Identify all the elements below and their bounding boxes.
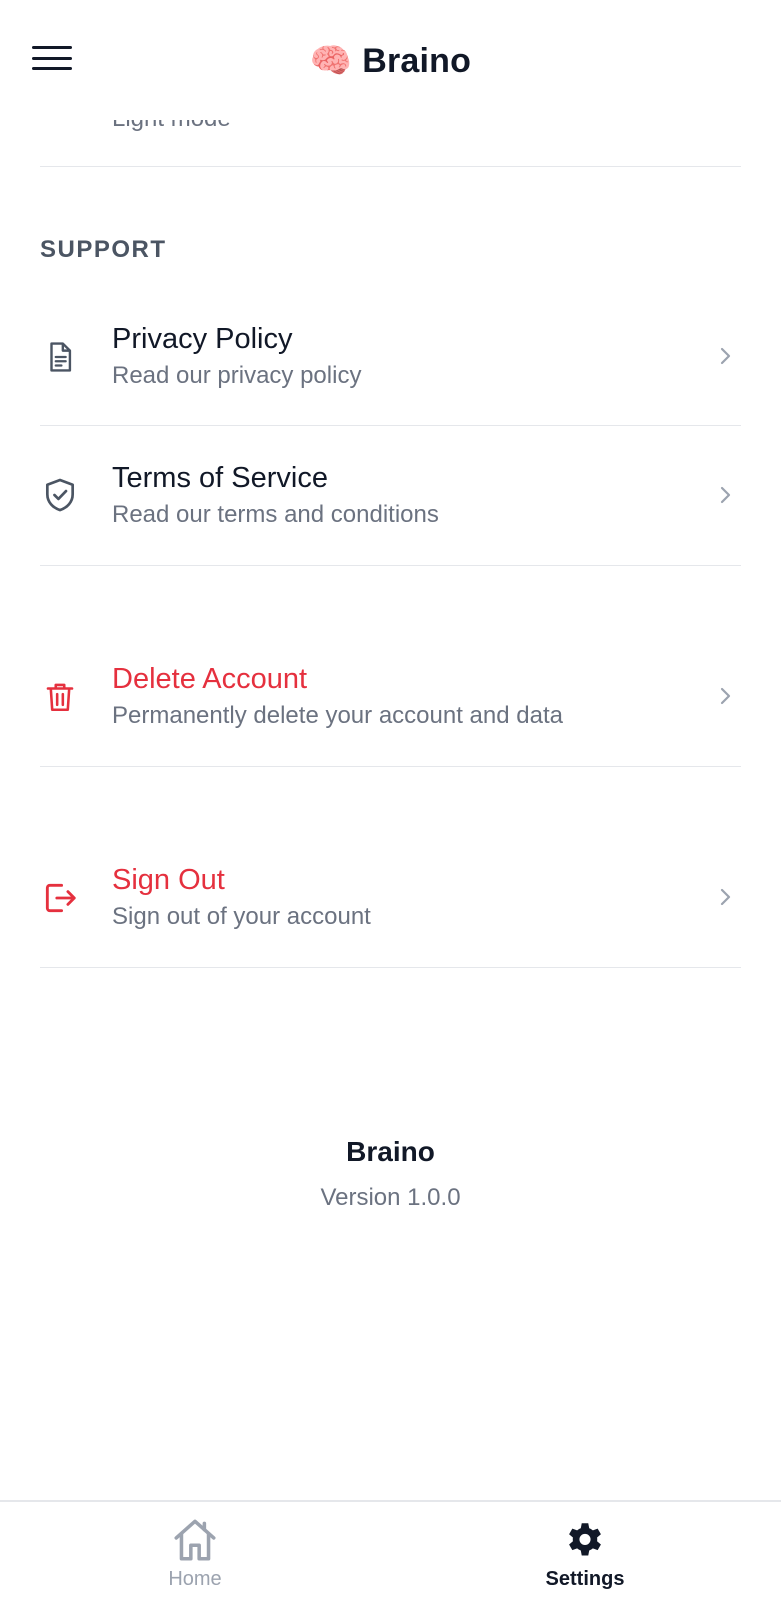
chevron-right-icon bbox=[720, 888, 731, 906]
settings-screen: Light mode SUPPORT Privacy Policy Read o… bbox=[0, 0, 781, 1600]
app-name: Braino bbox=[346, 1136, 435, 1167]
app-title: Braino bbox=[362, 41, 472, 80]
terms-of-service-row[interactable]: Terms of Service Read our terms and cond… bbox=[40, 426, 741, 566]
app-version: Version 1.0.0 bbox=[320, 1184, 461, 1211]
nav-settings[interactable]: Settings bbox=[485, 1516, 685, 1596]
sign-out-row[interactable]: Sign Out Sign out of your account bbox=[40, 828, 741, 968]
terms-of-service-subtitle: Read our terms and conditions bbox=[112, 501, 439, 528]
chevron-right-icon bbox=[720, 486, 731, 504]
nav-home[interactable]: Home bbox=[95, 1516, 295, 1596]
document-icon bbox=[40, 337, 80, 377]
gear-icon bbox=[569, 1523, 601, 1556]
shield-check-icon bbox=[40, 475, 80, 515]
sign-out-title: Sign Out bbox=[112, 864, 225, 896]
app-info: Braino Version 1.0.0 bbox=[0, 1136, 781, 1212]
bottom-navigation: Home Settings bbox=[0, 1500, 781, 1600]
support-section-label: SUPPORT bbox=[40, 236, 167, 263]
top-app-bar: 🧠 Braino bbox=[0, 0, 781, 120]
brain-icon: 🧠 bbox=[309, 42, 353, 80]
privacy-policy-subtitle: Read our privacy policy bbox=[112, 362, 362, 389]
delete-account-row[interactable]: Delete Account Permanently delete your a… bbox=[40, 627, 741, 767]
delete-account-title: Delete Account bbox=[112, 663, 308, 695]
brand: 🧠 Braino bbox=[0, 38, 781, 84]
chevron-right-icon bbox=[720, 687, 731, 705]
privacy-policy-title: Privacy Policy bbox=[112, 323, 293, 355]
nav-home-label: Home bbox=[168, 1568, 222, 1590]
privacy-policy-row[interactable]: Privacy Policy Read our privacy policy bbox=[40, 287, 741, 426]
trash-icon bbox=[40, 677, 80, 717]
terms-of-service-title: Terms of Service bbox=[112, 462, 328, 494]
delete-account-subtitle: Permanently delete your account and data bbox=[112, 702, 563, 729]
nav-settings-label: Settings bbox=[545, 1568, 625, 1590]
logout-icon bbox=[40, 878, 80, 918]
settings-content: Light mode SUPPORT Privacy Policy Read o… bbox=[0, 0, 781, 1500]
home-icon bbox=[174, 1519, 216, 1561]
sign-out-subtitle: Sign out of your account bbox=[112, 903, 371, 930]
chevron-right-icon bbox=[720, 347, 731, 365]
